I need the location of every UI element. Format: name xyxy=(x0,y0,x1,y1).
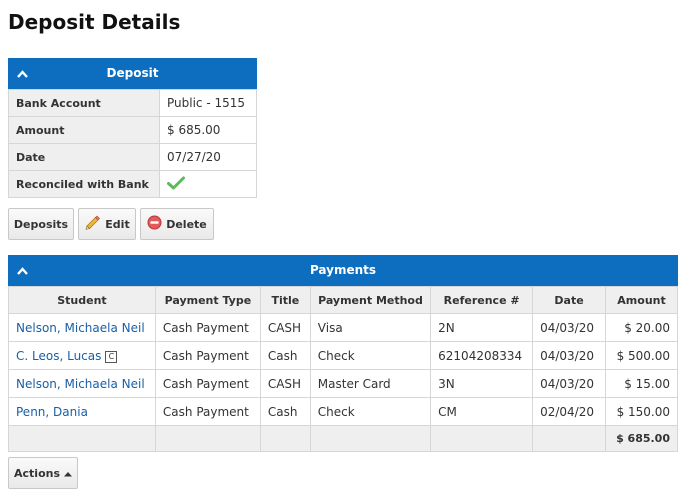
deposit-row-amount: Amount $ 685.00 xyxy=(8,116,257,144)
amount-cell: $ 20.00 xyxy=(605,313,678,342)
reference-cell: 2N xyxy=(430,313,534,342)
payment-method-cell: Visa xyxy=(309,313,432,342)
chevron-up-icon[interactable] xyxy=(16,255,28,286)
payments-table: Student Payment Type Title Payment Metho… xyxy=(8,286,678,452)
checkmark-icon xyxy=(167,176,185,193)
table-header-row: Student Payment Type Title Payment Metho… xyxy=(8,286,678,314)
table-row: Nelson, Michaela Neil Cash Payment CASH … xyxy=(8,313,678,342)
table-row: Penn, Dania Cash Payment Cash Check CM 0… xyxy=(8,397,678,426)
deposit-value xyxy=(159,170,257,198)
deposit-panel-header[interactable]: Deposit xyxy=(8,58,257,89)
student-link[interactable]: Nelson, Michaela Neil xyxy=(8,369,156,398)
total-row: $ 685.00 xyxy=(8,425,678,452)
column-header-date[interactable]: Date xyxy=(532,286,607,314)
empty-cell xyxy=(532,425,607,452)
total-amount: $ 685.00 xyxy=(605,425,678,452)
date-cell: 04/03/20 xyxy=(532,313,607,342)
column-header-payment-method[interactable]: Payment Method xyxy=(309,286,432,314)
empty-cell xyxy=(430,425,534,452)
edit-button-label: Edit xyxy=(105,217,130,231)
payment-method-cell: Master Card xyxy=(309,369,432,398)
minus-circle-icon xyxy=(147,215,162,233)
reference-cell: CM xyxy=(430,397,534,426)
date-cell: 04/03/20 xyxy=(532,341,607,370)
deposit-panel-title: Deposit xyxy=(106,66,159,80)
chevron-up-icon[interactable] xyxy=(16,58,28,89)
column-header-reference[interactable]: Reference # xyxy=(430,286,534,314)
deposit-label: Amount xyxy=(8,116,160,144)
deposit-row-date: Date 07/27/20 xyxy=(8,143,257,171)
student-cell: C. Leos, Lucas C xyxy=(8,341,156,370)
student-badge: C xyxy=(105,350,118,363)
date-cell: 04/03/20 xyxy=(532,369,607,398)
payments-panel: Payments Student Payment Type Title Paym… xyxy=(8,255,678,452)
amount-cell: $ 150.00 xyxy=(605,397,678,426)
delete-button[interactable]: Delete xyxy=(140,208,214,240)
title-cell: CASH xyxy=(259,313,311,342)
column-header-amount[interactable]: Amount xyxy=(605,286,678,314)
reference-cell: 3N xyxy=(430,369,534,398)
amount-cell: $ 15.00 xyxy=(605,369,678,398)
payment-type-cell: Cash Payment xyxy=(154,313,261,342)
deposit-label: Bank Account xyxy=(8,89,160,117)
deposits-button-label: Deposits xyxy=(13,217,69,231)
payment-type-cell: Cash Payment xyxy=(154,341,261,370)
payments-panel-title: Payments xyxy=(309,263,377,277)
pencil-icon xyxy=(84,214,101,234)
title-cell: Cash xyxy=(259,397,311,426)
deposit-value: $ 685.00 xyxy=(159,116,257,144)
table-row: C. Leos, Lucas C Cash Payment Cash Check … xyxy=(8,341,678,370)
deposit-panel: Deposit Bank Account Public - 1515 Amoun… xyxy=(8,58,257,198)
table-row: Nelson, Michaela Neil Cash Payment CASH … xyxy=(8,369,678,398)
empty-cell xyxy=(259,425,311,452)
amount-cell: $ 500.00 xyxy=(605,341,678,370)
actions-button[interactable]: Actions xyxy=(8,457,78,489)
deposit-row-reconciled: Reconciled with Bank xyxy=(8,170,257,198)
delete-button-label: Delete xyxy=(166,217,207,231)
payment-type-cell: Cash Payment xyxy=(154,397,261,426)
deposit-label: Date xyxy=(8,143,160,171)
column-header-payment-type[interactable]: Payment Type xyxy=(154,286,261,314)
deposit-row-bank-account: Bank Account Public - 1515 xyxy=(8,89,257,117)
empty-cell xyxy=(309,425,432,452)
deposit-label: Reconciled with Bank xyxy=(8,170,160,198)
date-cell: 02/04/20 xyxy=(532,397,607,426)
payment-type-cell: Cash Payment xyxy=(154,369,261,398)
empty-cell xyxy=(8,425,156,452)
student-link[interactable]: Penn, Dania xyxy=(8,397,156,426)
deposits-button[interactable]: Deposits xyxy=(8,208,74,240)
student-link[interactable]: C. Leos, Lucas xyxy=(16,349,101,363)
actions-button-label: Actions xyxy=(14,466,60,480)
column-header-title[interactable]: Title xyxy=(259,286,311,314)
page-title: Deposit Details xyxy=(8,10,181,34)
student-link[interactable]: Nelson, Michaela Neil xyxy=(8,313,156,342)
edit-button[interactable]: Edit xyxy=(78,208,136,240)
empty-cell xyxy=(154,425,261,452)
reference-cell: 62104208334 xyxy=(430,341,534,370)
payment-method-cell: Check xyxy=(309,341,432,370)
deposit-table: Bank Account Public - 1515 Amount $ 685.… xyxy=(8,89,257,198)
title-cell: CASH xyxy=(259,369,311,398)
deposit-value: Public - 1515 xyxy=(159,89,257,117)
deposit-value: 07/27/20 xyxy=(159,143,257,171)
payments-panel-header[interactable]: Payments xyxy=(8,255,678,286)
caret-up-icon xyxy=(64,467,72,480)
title-cell: Cash xyxy=(259,341,311,370)
payment-method-cell: Check xyxy=(309,397,432,426)
column-header-student[interactable]: Student xyxy=(8,286,156,314)
